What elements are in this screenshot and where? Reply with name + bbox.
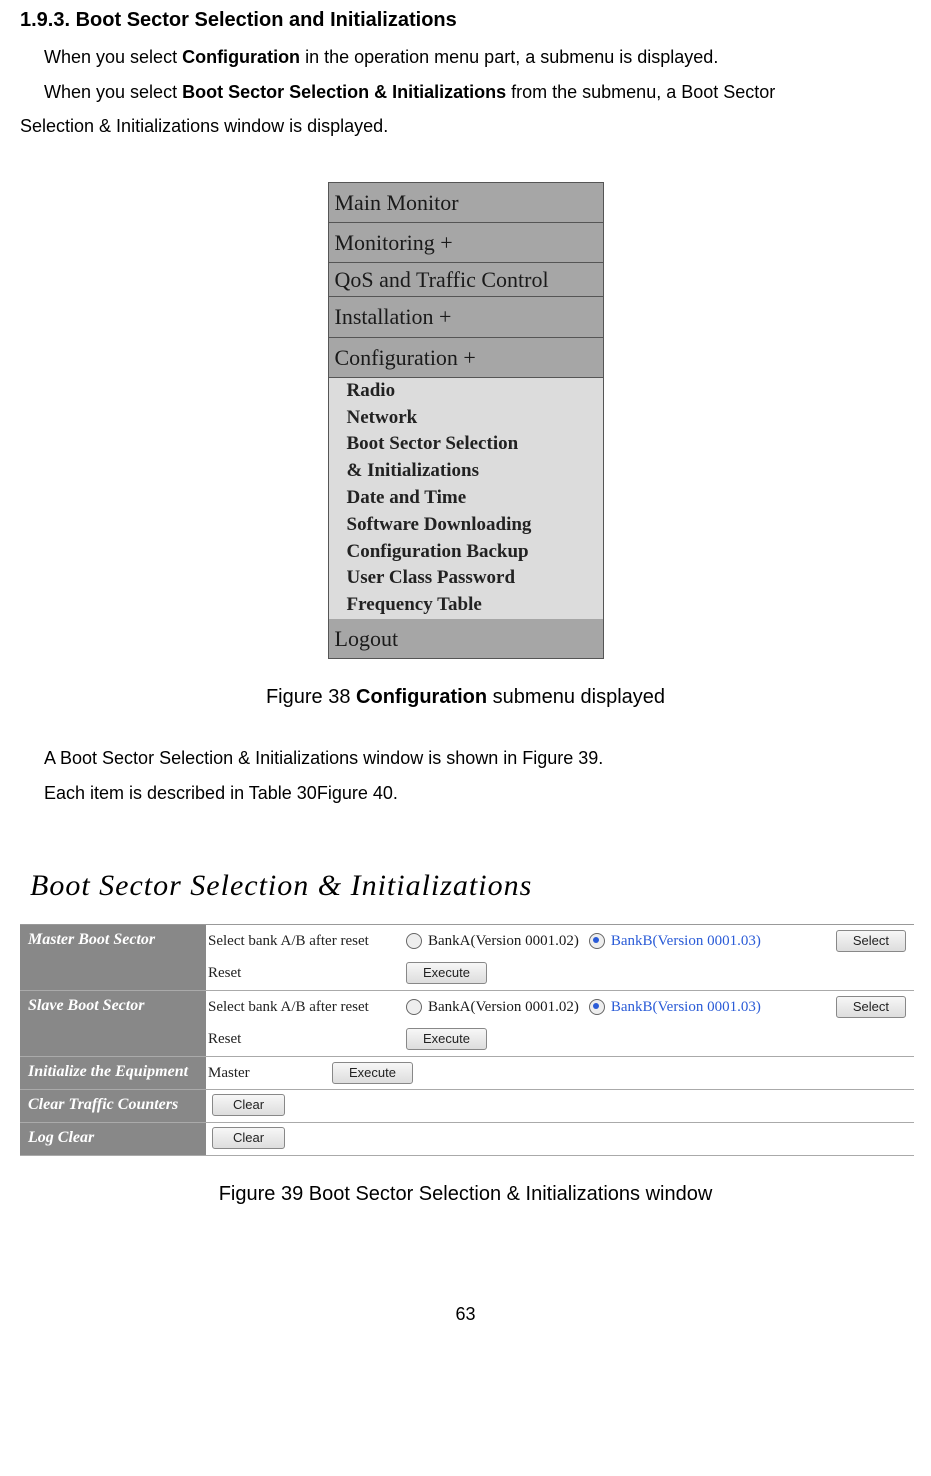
paragraph-3: A Boot Sector Selection & Initialization… — [44, 743, 911, 774]
log-clear-label: Log Clear — [20, 1123, 206, 1155]
master-bank-b-text: BankB(Version 0001.03) — [611, 929, 761, 953]
clear-traffic-button[interactable]: Clear — [212, 1094, 285, 1116]
submenu-network[interactable]: Network — [343, 405, 603, 432]
init-execute-button[interactable]: Execute — [332, 1062, 413, 1084]
para1-post: in the operation menu part, a submenu is… — [300, 47, 718, 67]
master-bank-b-radio[interactable] — [589, 933, 605, 949]
master-boot-label: Master Boot Sector — [20, 925, 206, 989]
slave-reset-execute-button[interactable]: Execute — [406, 1028, 487, 1050]
menu-logout[interactable]: Logout — [329, 619, 603, 658]
figure-38: Main Monitor Monitoring + QoS and Traffi… — [328, 182, 604, 659]
slave-bank-b-text: BankB(Version 0001.03) — [611, 995, 761, 1019]
para2-bold: Boot Sector Selection & Initializations — [182, 82, 506, 102]
log-clear-button[interactable]: Clear — [212, 1127, 285, 1149]
master-reset-text: Reset — [208, 961, 396, 985]
submenu-radio[interactable]: Radio — [343, 378, 603, 405]
submenu-bootsector-1[interactable]: Boot Sector Selection — [343, 431, 603, 458]
submenu-user-password[interactable]: User Class Password — [343, 565, 603, 592]
menu-configuration[interactable]: Configuration + — [329, 338, 603, 378]
slave-boot-label: Slave Boot Sector — [20, 991, 206, 1055]
initialize-equipment-label: Initialize the Equipment — [20, 1057, 206, 1089]
para1-pre: When you select — [44, 47, 182, 67]
master-boot-row: Master Boot Sector Select bank A/B after… — [20, 925, 914, 989]
master-select-button[interactable]: Select — [836, 930, 906, 952]
menu-qos[interactable]: QoS and Traffic Control — [329, 263, 603, 297]
submenu-software-download[interactable]: Software Downloading — [343, 512, 603, 539]
figure-38-caption: Figure 38 Configuration submenu displaye… — [20, 681, 911, 713]
nav-menu: Main Monitor Monitoring + QoS and Traffi… — [328, 182, 604, 659]
slave-boot-row: Slave Boot Sector Select bank A/B after … — [20, 991, 914, 1055]
log-clear-row: Log Clear Clear — [20, 1123, 914, 1156]
fig38-caption-post: submenu displayed — [487, 686, 665, 708]
paragraph-2-line2: Selection & Initializations window is di… — [20, 111, 911, 142]
section-heading: 1.9.3. Boot Sector Selection and Initial… — [20, 4, 911, 36]
submenu-frequency-table[interactable]: Frequency Table — [343, 592, 603, 619]
master-bank-a-radio[interactable] — [406, 933, 422, 949]
submenu-config-backup[interactable]: Configuration Backup — [343, 539, 603, 566]
slave-bank-b-radio[interactable] — [589, 999, 605, 1015]
slave-select-text: Select bank A/B after reset — [208, 995, 396, 1019]
master-bank-a-text: BankA(Version 0001.02) — [428, 929, 579, 953]
submenu-bootsector-2[interactable]: & Initializations — [343, 458, 603, 485]
window-title: Boot Sector Selection & Initializations — [20, 848, 914, 925]
paragraph-4: Each item is described in Table 30Figure… — [44, 778, 911, 809]
slave-bank-a-radio[interactable] — [406, 999, 422, 1015]
master-select-text: Select bank A/B after reset — [208, 929, 396, 953]
menu-main-monitor[interactable]: Main Monitor — [329, 183, 603, 223]
slave-bank-a-text: BankA(Version 0001.02) — [428, 995, 579, 1019]
submenu: Radio Network Boot Sector Selection & In… — [329, 378, 603, 619]
para2-post: from the submenu, a Boot Sector — [506, 82, 775, 102]
initialize-equipment-row: Initialize the Equipment Master Execute — [20, 1057, 914, 1090]
clear-traffic-label: Clear Traffic Counters — [20, 1090, 206, 1122]
figure-39-caption: Figure 39 Boot Sector Selection & Initia… — [20, 1178, 911, 1210]
page-number: 63 — [20, 1300, 911, 1329]
submenu-date-time[interactable]: Date and Time — [343, 485, 603, 512]
menu-monitoring[interactable]: Monitoring + — [329, 223, 603, 263]
fig38-caption-pre: Figure 38 — [266, 686, 356, 708]
master-reset-execute-button[interactable]: Execute — [406, 962, 487, 984]
slave-select-button[interactable]: Select — [836, 996, 906, 1018]
fig38-caption-bold: Configuration — [356, 686, 487, 708]
paragraph-2-line1: When you select Boot Sector Selection & … — [44, 77, 911, 108]
menu-installation[interactable]: Installation + — [329, 297, 603, 337]
init-master-text: Master — [208, 1061, 276, 1085]
paragraph-1: When you select Configuration in the ope… — [44, 42, 911, 73]
para1-bold: Configuration — [182, 47, 300, 67]
para2-pre: When you select — [44, 82, 182, 102]
clear-traffic-row: Clear Traffic Counters Clear — [20, 1090, 914, 1123]
slave-reset-text: Reset — [208, 1027, 396, 1051]
figure-39: Boot Sector Selection & Initializations … — [20, 848, 914, 1156]
